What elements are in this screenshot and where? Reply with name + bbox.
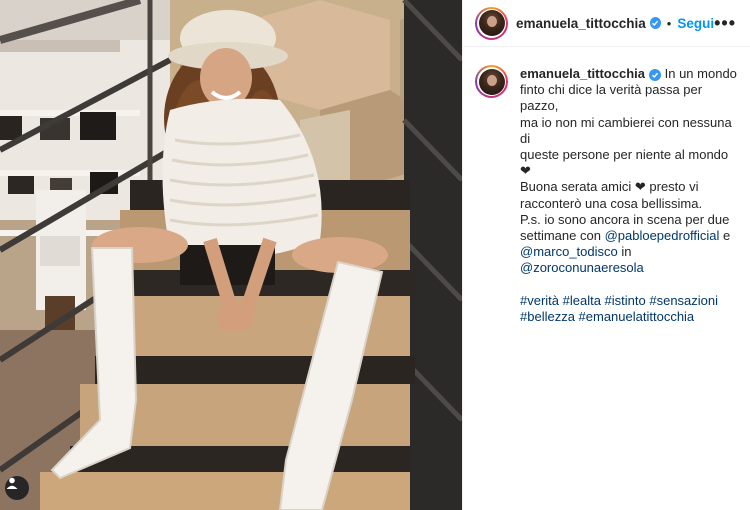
header-username[interactable]: emanuela_tittocchia [516, 16, 646, 31]
caption-line: In un mondo [664, 66, 737, 81]
caption-text: emanuela_tittocchia In un mondo finto ch… [520, 66, 738, 325]
hashtags[interactable]: #verità #lealta #istinto #sensazioni [520, 293, 718, 308]
user-tag-button[interactable] [5, 476, 29, 500]
post-photo[interactable] [0, 0, 462, 510]
caption-line: settimane con [520, 228, 601, 244]
caption-line: P.s. io sono ancora in scena per due [520, 211, 730, 227]
header-avatar[interactable] [475, 6, 508, 40]
mention-link[interactable]: @zoroconunaeresola [520, 260, 644, 275]
hashtags[interactable]: #bellezza #emanuelatittocchia [520, 309, 694, 324]
caption-text-fragment: e [719, 228, 731, 244]
verified-badge-icon [649, 17, 661, 29]
caption-username[interactable]: emanuela_tittocchia [520, 66, 645, 81]
user-tag-icon [6, 477, 18, 489]
caption-text-fragment: in [617, 244, 632, 260]
caption-line: queste persone per niente al mondo ❤ [520, 147, 732, 179]
follow-button[interactable]: Segui [677, 16, 714, 31]
verified-badge-icon [649, 69, 661, 81]
mention-link[interactable]: @marco_todisco [520, 244, 618, 259]
more-options-icon[interactable]: ••• [714, 14, 736, 32]
avatar-image [478, 68, 505, 95]
header-separator: • [666, 15, 672, 31]
post-header: emanuela_tittocchia • Segui ••• [463, 0, 750, 47]
caption-avatar[interactable] [475, 65, 508, 98]
caption-line: ma io non mi cambierei con nessuna di [520, 114, 736, 146]
caption-line: racconterò una cosa bellissima. [520, 195, 703, 211]
photo-illustration [0, 0, 462, 510]
caption-line: finto chi dice la verità passa per pazzo… [520, 82, 706, 114]
mention-link[interactable]: @pabloepedrofficial [605, 228, 720, 243]
avatar-image [478, 10, 505, 36]
caption-line: Buona serata amici ❤ presto vi [520, 179, 699, 195]
caption: emanuela_tittocchia In un mondo finto ch… [463, 47, 750, 325]
post-side-panel: emanuela_tittocchia • Segui ••• emanuela… [462, 0, 750, 510]
instagram-post: emanuela_tittocchia • Segui ••• emanuela… [0, 0, 750, 510]
